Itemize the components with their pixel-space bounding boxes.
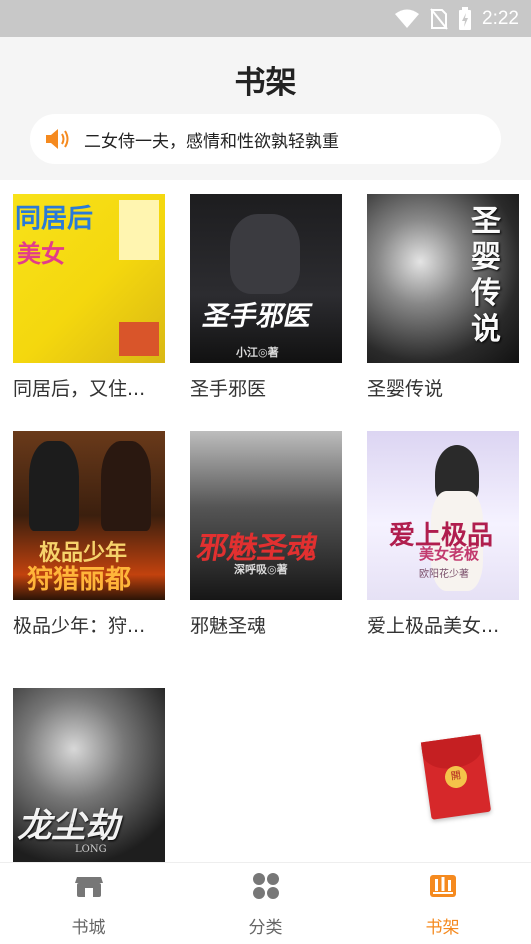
status-time: 2:22	[482, 7, 519, 29]
cover-decoration	[119, 200, 159, 260]
book-title[interactable]: 圣婴传说	[367, 374, 527, 401]
wifi-icon	[395, 9, 420, 28]
no-sim-icon	[430, 7, 448, 30]
book-title[interactable]: 爱上极品美女...	[367, 611, 527, 638]
cover-figure	[101, 441, 151, 531]
tab-label: 书架	[425, 918, 460, 938]
status-icons: 2:22	[394, 0, 519, 37]
cover-subtitle: 美女	[17, 239, 65, 268]
book-cover[interactable]: 极品少年 狩猎丽都	[13, 431, 165, 600]
cover-figure	[29, 441, 79, 531]
cover-title: 龙尘劫	[15, 806, 128, 846]
cover-author: 欧阳花少著	[419, 569, 469, 580]
tab-bookstore[interactable]: 书城	[0, 863, 177, 944]
book-cover[interactable]: 圣手邪医 小江◎著	[190, 194, 342, 363]
bookshelf-icon	[430, 875, 456, 897]
book-title[interactable]: 邪魅圣魂	[190, 611, 350, 638]
header: 书架 二女侍一夫，感情和性欲孰轻孰重	[0, 37, 531, 180]
store-icon	[75, 877, 103, 897]
cover-subtitle: 美女老板	[419, 545, 480, 563]
tab-bookshelf[interactable]: 书架	[354, 863, 531, 944]
battery-charging-icon	[459, 6, 472, 30]
book-title[interactable]: 圣手邪医	[190, 374, 350, 401]
bottom-nav: 书城 分类 书架	[0, 862, 531, 944]
book-cover[interactable]: 爱上极品 美女老板 欧阳花少著	[367, 431, 519, 600]
book-cover[interactable]: 同居后 美女	[13, 194, 165, 363]
cover-subtitle: LONG	[75, 844, 107, 855]
book-cover[interactable]: 龙尘劫 LONG	[13, 688, 165, 862]
book-cover[interactable]: 邪魅圣魂 深呼吸◎著	[190, 431, 342, 600]
speaker-icon	[46, 129, 69, 149]
notice-text: 二女侍一夫，感情和性欲孰轻孰重	[84, 131, 339, 152]
book-title[interactable]: 同居后，又住...	[13, 374, 173, 401]
notice-bar[interactable]: 二女侍一夫，感情和性欲孰轻孰重	[30, 114, 501, 164]
status-bar: 2:22	[0, 0, 531, 37]
cover-title: 同居后	[15, 204, 94, 234]
cover-author: 小江◎著	[236, 346, 279, 359]
tab-label: 书城	[71, 918, 106, 938]
category-grid-icon	[253, 873, 279, 899]
cover-figure	[230, 214, 300, 294]
page-title: 书架	[234, 65, 297, 101]
cover-title: 圣婴传说	[471, 204, 501, 347]
cover-title: 圣手邪医	[200, 301, 315, 332]
book-title[interactable]: 极品少年：狩...	[13, 611, 173, 638]
tab-category[interactable]: 分类	[177, 863, 354, 944]
cover-author: 深呼吸◎著	[234, 563, 288, 576]
cover-subtitle: 狩猎丽都	[27, 565, 132, 595]
cover-decoration	[119, 322, 159, 356]
book-cover[interactable]: 圣婴传说	[367, 194, 519, 363]
red-packet-button[interactable]: 開	[420, 734, 492, 820]
tab-label: 分类	[248, 918, 283, 938]
red-packet-seal: 開	[443, 764, 469, 790]
